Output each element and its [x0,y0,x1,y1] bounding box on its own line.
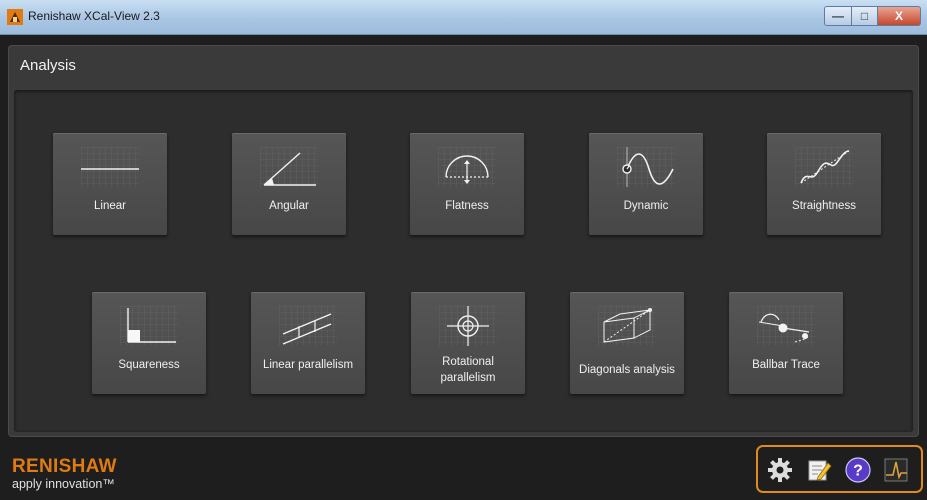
tile-label: Linear [94,200,126,212]
ballbar-trace-icon [757,306,815,346]
signal-trace-icon[interactable] [883,457,909,483]
linear-tile[interactable]: Linear [53,133,167,235]
rotational-parallelism-tile[interactable]: Rotational parallelism [411,292,525,394]
angular-tile[interactable]: Angular [232,133,346,235]
crosshair-target-icon [439,306,497,346]
angle-icon [260,147,318,187]
minimize-button[interactable]: — [824,6,852,26]
squareness-tile[interactable]: Squareness [92,292,206,394]
window-controls: — □ X [824,6,921,26]
brand-name: RENISHAW [12,456,117,477]
square-corner-icon [120,306,178,346]
edit-notepad-icon[interactable] [806,457,832,483]
tile-label: Linear parallelism [262,359,354,371]
flatness-tile[interactable]: Flatness [410,133,524,235]
sine-wave-icon [617,147,675,187]
tile-label: Straightness [792,200,856,212]
gear-icon[interactable] [767,457,793,483]
close-button[interactable]: X [878,6,921,26]
linear-parallelism-tile[interactable]: Linear parallelism [251,292,365,394]
maximize-button[interactable]: □ [852,6,878,26]
tile-label: Dynamic [623,200,669,212]
tile-label: Ballbar Trace [752,359,820,371]
svg-text:?: ? [853,463,863,480]
renishaw-logo: RENISHAW apply innovation™ [12,456,117,492]
flatness-dome-icon [438,147,496,187]
brand-tagline: apply innovation™ [12,477,115,491]
tile-label: Squareness [118,359,180,371]
app-body: Analysis Linear Angular Flatness Dynamic… [0,35,927,500]
diagonal-cube-icon [598,306,656,346]
analysis-panel: Analysis Linear Angular Flatness Dynamic… [8,45,919,437]
tile-label: Rotational parallelism [440,356,496,384]
straightness-wave-icon [795,147,853,187]
parallel-lines-icon [279,306,337,346]
help-icon[interactable]: ? [845,457,871,483]
tile-label: Flatness [445,200,489,212]
analysis-tiles-area: Linear Angular Flatness Dynamic Straight… [14,90,913,432]
ballbar-trace-tile[interactable]: Ballbar Trace [729,292,843,394]
dynamic-tile[interactable]: Dynamic [589,133,703,235]
footer-toolbar: ? [756,445,923,493]
window-title: Renishaw XCal-View 2.3 [28,9,160,23]
linear-graph-icon [81,147,139,187]
window-title-bar[interactable]: Renishaw XCal-View 2.3 — □ X [0,0,927,35]
tile-label: Angular [269,200,309,212]
analysis-title: Analysis [20,57,76,74]
tile-label: Diagonals analysis [579,364,675,376]
straightness-tile[interactable]: Straightness [767,133,881,235]
renishaw-app-icon [7,9,23,25]
diagonals-analysis-tile[interactable]: Diagonals analysis [570,292,684,394]
